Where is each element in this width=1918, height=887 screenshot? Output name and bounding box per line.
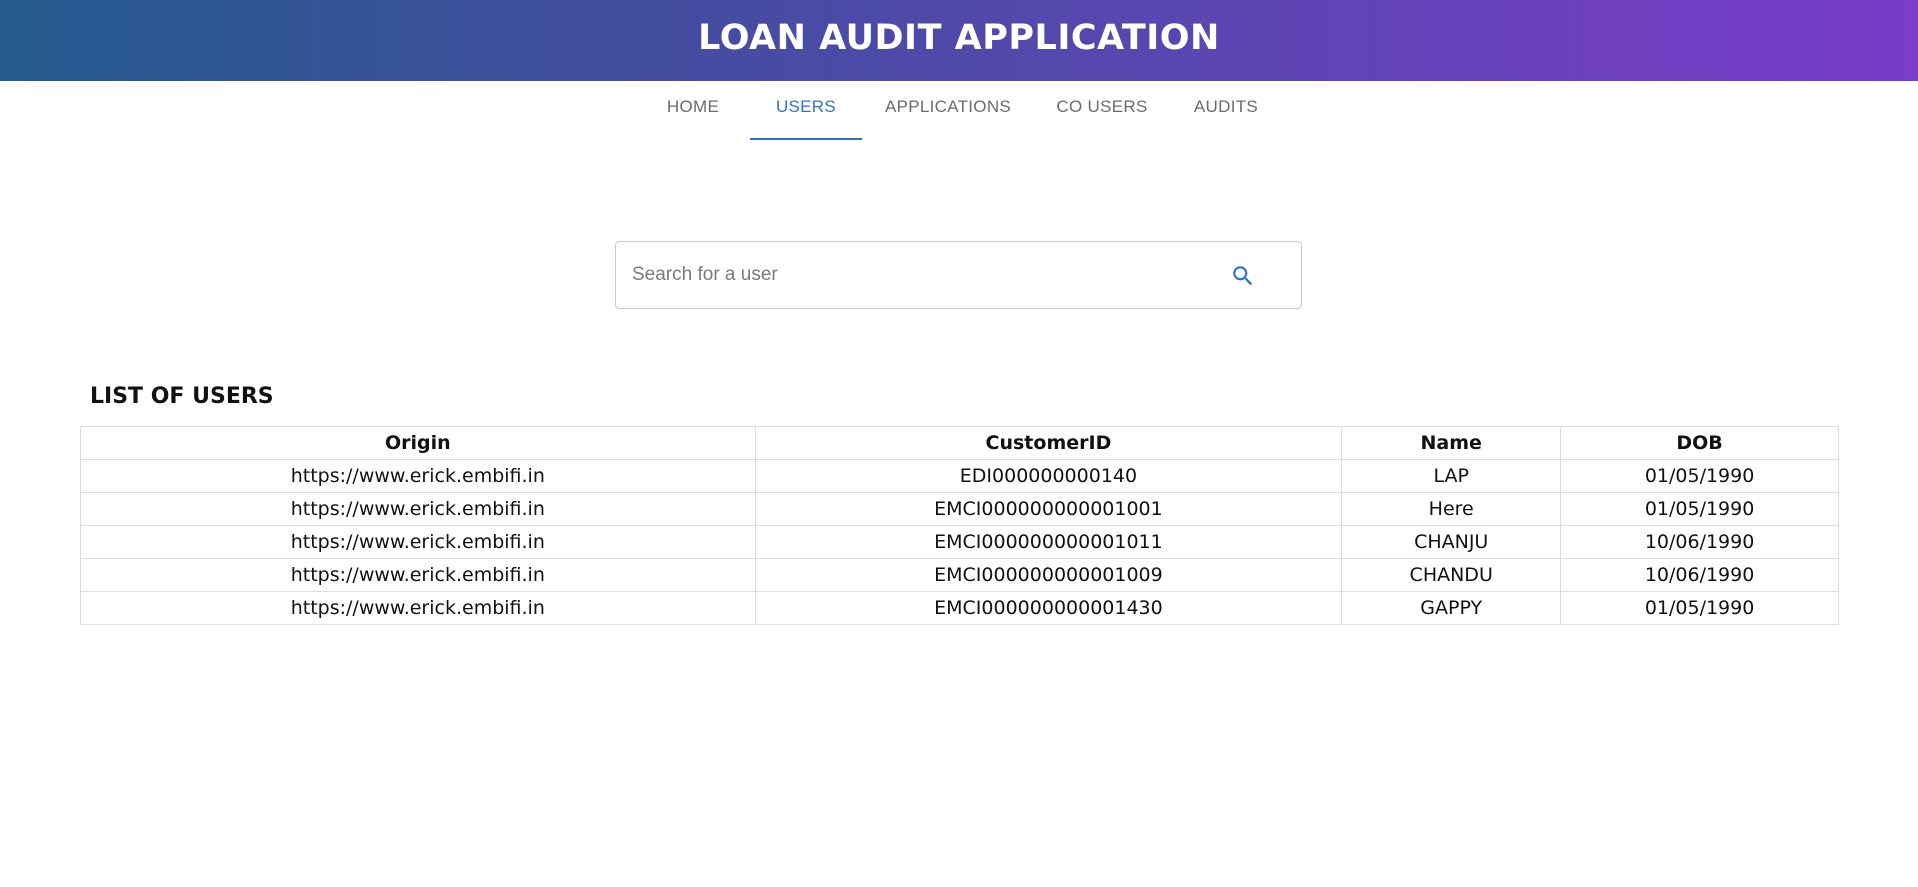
table-row[interactable]: https://www.erick.embifi.in EMCI00000000… xyxy=(80,591,1839,625)
tab-audits[interactable]: AUDITS xyxy=(1182,81,1270,141)
cell-dob: 01/05/1990 xyxy=(1560,459,1839,493)
nav-tabs: HOME USERS APPLICATIONS CO USERS AUDITS xyxy=(0,81,1918,141)
tab-applications[interactable]: APPLICATIONS xyxy=(872,81,1024,141)
search-input[interactable] xyxy=(632,242,1192,308)
table-row[interactable]: https://www.erick.embifi.in EMCI00000000… xyxy=(80,525,1839,559)
cell-name: GAPPY xyxy=(1341,591,1562,625)
cell-origin: https://www.erick.embifi.in xyxy=(80,525,756,559)
cell-origin: https://www.erick.embifi.in xyxy=(80,492,756,526)
column-header-name: Name xyxy=(1341,426,1562,460)
app-title: LOAN AUDIT APPLICATION xyxy=(698,17,1220,58)
cell-origin: https://www.erick.embifi.in xyxy=(80,459,756,493)
cell-dob: 10/06/1990 xyxy=(1560,525,1839,559)
search-icon[interactable] xyxy=(1230,263,1256,289)
users-list-title: LIST OF USERS xyxy=(90,384,274,409)
cell-dob: 01/05/1990 xyxy=(1560,492,1839,526)
table-row[interactable]: https://www.erick.embifi.in EMCI00000000… xyxy=(80,558,1839,592)
cell-name: CHANJU xyxy=(1341,525,1562,559)
cell-name: CHANDU xyxy=(1341,558,1562,592)
cell-dob: 01/05/1990 xyxy=(1560,591,1839,625)
table-header-row: Origin CustomerID Name DOB xyxy=(80,426,1839,460)
tab-co-users[interactable]: CO USERS xyxy=(1048,81,1156,141)
table-row[interactable]: https://www.erick.embifi.in EDI000000000… xyxy=(80,459,1839,493)
column-header-dob: DOB xyxy=(1560,426,1839,460)
tab-home[interactable]: HOME xyxy=(652,81,734,141)
active-tab-indicator xyxy=(750,138,862,140)
users-table: Origin CustomerID Name DOB https://www.e… xyxy=(80,426,1839,625)
cell-customer-id: EMCI000000000001009 xyxy=(754,558,1343,592)
tab-users[interactable]: USERS xyxy=(750,81,862,141)
cell-customer-id: EMCI000000000001001 xyxy=(754,492,1343,526)
cell-origin: https://www.erick.embifi.in xyxy=(80,591,756,625)
cell-customer-id: EMCI000000000001011 xyxy=(754,525,1343,559)
cell-name: LAP xyxy=(1341,459,1562,493)
cell-origin: https://www.erick.embifi.in xyxy=(80,558,756,592)
column-header-customer-id: CustomerID xyxy=(754,426,1343,460)
search-box xyxy=(615,241,1302,309)
cell-customer-id: EMCI000000000001430 xyxy=(754,591,1343,625)
cell-customer-id: EDI000000000140 xyxy=(754,459,1343,493)
cell-name: Here xyxy=(1341,492,1562,526)
table-row[interactable]: https://www.erick.embifi.in EMCI00000000… xyxy=(80,492,1839,526)
cell-dob: 10/06/1990 xyxy=(1560,558,1839,592)
app-header: LOAN AUDIT APPLICATION xyxy=(0,0,1918,81)
column-header-origin: Origin xyxy=(80,426,756,460)
